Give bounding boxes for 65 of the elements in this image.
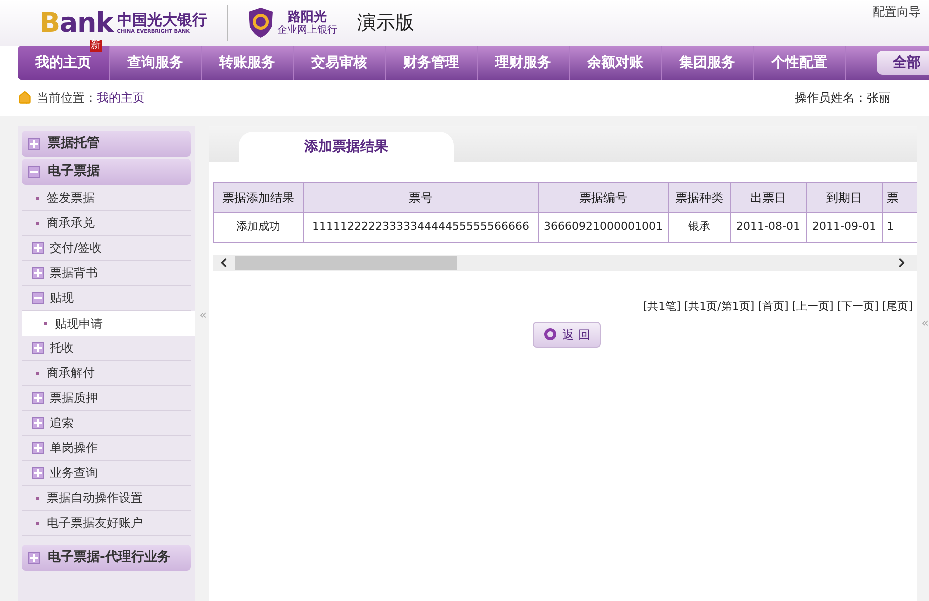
shield-icon <box>248 7 274 39</box>
sidebar-item[interactable]: 商承解付 <box>22 361 191 386</box>
sidebar-item[interactable]: 票据自动操作设置 <box>22 486 191 511</box>
column-header: 票据添加结果 <box>214 182 304 212</box>
sidebar-item[interactable]: 交付/签收 <box>22 236 191 261</box>
nav-tab[interactable]: 财务管理 <box>386 46 478 80</box>
table-cell: 2011-09-01 <box>806 212 882 242</box>
nav-tab[interactable]: 查询服务 <box>110 46 202 80</box>
operator-name: 操作员姓名：张丽 <box>795 90 891 107</box>
sidebar-item[interactable]: 签发票据 <box>22 186 191 211</box>
expand-icon <box>32 467 44 479</box>
sidebar-group[interactable]: 电子票据-代理行业务 <box>22 545 191 571</box>
sidebar-item[interactable]: 商承承兑 <box>22 211 191 236</box>
nav-tab[interactable]: 理财服务 <box>478 46 570 80</box>
brand-subtitle: 企业网上银行 <box>277 26 338 36</box>
nav-tab[interactable]: 余额对账 <box>570 46 662 80</box>
brand-name: 路阳光 <box>288 10 327 25</box>
nav-tab[interactable]: 集团服务 <box>662 46 754 80</box>
expand-icon <box>32 342 44 354</box>
sidebar-item[interactable]: 票据背书 <box>22 261 191 286</box>
all-button[interactable]: 全部 <box>877 51 929 75</box>
sidebar-item[interactable]: 托收 <box>22 336 191 361</box>
column-header: 票据种类 <box>668 182 730 212</box>
column-header: 票 <box>882 182 917 212</box>
sidebar-item[interactable]: 贴现申请 <box>22 311 195 336</box>
expand-icon <box>28 138 40 150</box>
bank-logo: Bank <box>40 10 114 36</box>
sidebar-item[interactable]: 电子票据友好账户 <box>22 511 191 536</box>
column-header: 出票日 <box>730 182 806 212</box>
column-header: 票据编号 <box>538 182 668 212</box>
bank-name: 中国光大银行 <box>117 11 208 30</box>
config-link[interactable]: 配置向导 <box>873 3 921 21</box>
expand-icon <box>32 242 44 254</box>
new-badge: 新 <box>90 40 102 52</box>
collapse-icon <box>28 166 40 178</box>
sidebar-item[interactable]: 单岗操作 <box>22 436 191 461</box>
nav-tab[interactable]: 转账服务 <box>202 46 294 80</box>
expand-icon <box>32 267 44 279</box>
breadcrumb-label: 当前位置： <box>37 90 97 107</box>
table-cell: 36660921000001001 <box>538 212 668 242</box>
back-button[interactable]: 返 回 <box>532 322 602 348</box>
expand-icon <box>32 442 44 454</box>
edition-label: 演示版 <box>357 10 414 36</box>
sidebar-group[interactable]: 电子票据 <box>22 159 191 185</box>
sidebar-item[interactable]: 票据质押 <box>22 386 191 411</box>
expand-icon <box>28 552 40 564</box>
breadcrumb-link[interactable]: 我的主页 <box>97 89 145 107</box>
pagination-text: [共1笔] [共1页/第1页] [首页] [上一页] [下一页] [尾页] <box>643 299 913 315</box>
sidebar-item[interactable]: 追索 <box>22 411 191 436</box>
home-icon <box>18 91 32 105</box>
sidebar-group[interactable]: 票据托管 <box>22 131 191 157</box>
column-header: 到期日 <box>806 182 882 212</box>
table-cell: 1111122222333334444455555566666 <box>304 212 538 242</box>
collapse-icon <box>32 292 44 304</box>
expand-icon <box>32 417 44 429</box>
nav-tab[interactable]: 交易审核 <box>294 46 386 80</box>
table-cell: 2011-08-01 <box>730 212 806 242</box>
horizontal-scrollbar[interactable] <box>213 255 917 271</box>
nav-tab[interactable]: 个性配置 <box>754 46 846 80</box>
column-header: 票号 <box>304 182 538 212</box>
result-tab[interactable]: 添加票据结果 <box>239 132 454 162</box>
table-cell: 银承 <box>668 212 730 242</box>
expand-icon <box>32 392 44 404</box>
table-cell: 添加成功 <box>214 212 304 242</box>
sidebar-item[interactable]: 业务查询 <box>22 461 191 486</box>
